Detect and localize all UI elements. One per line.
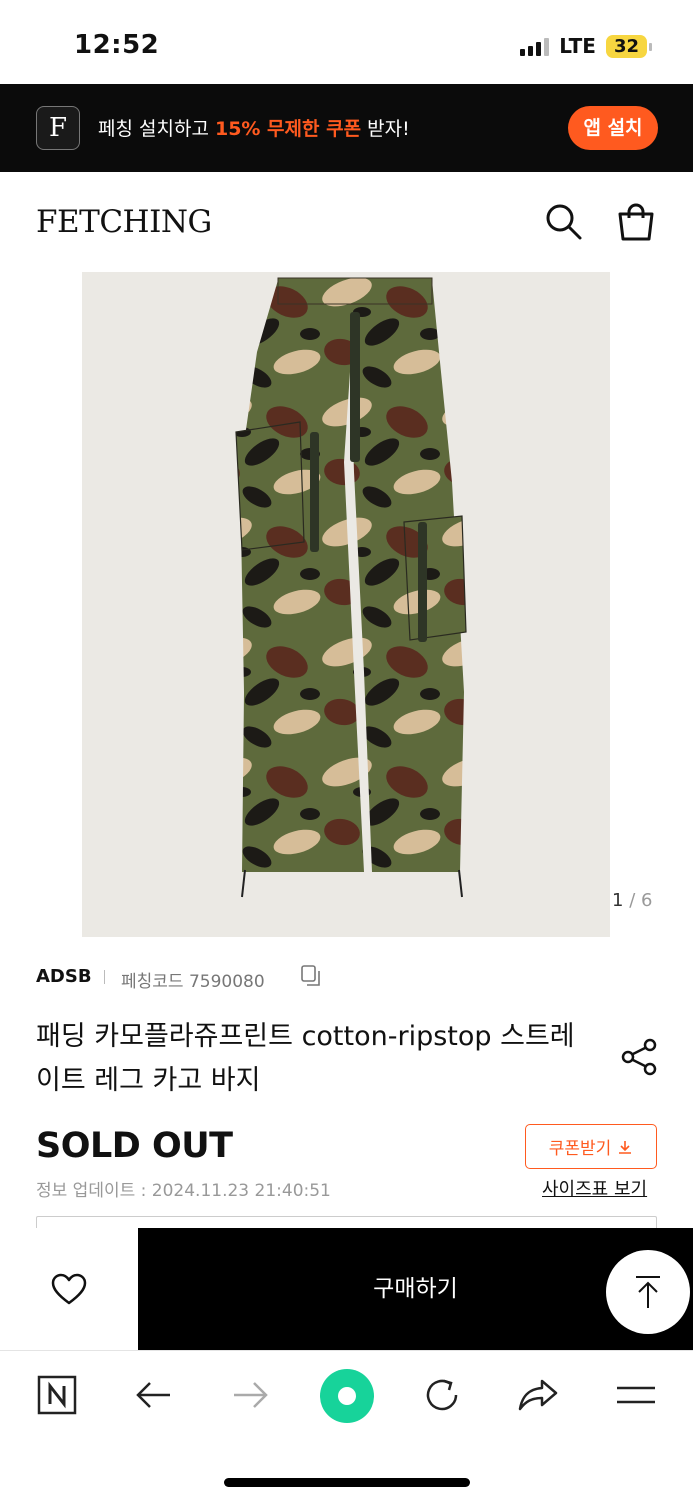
share-arrow-icon[interactable]	[516, 1373, 560, 1417]
wishlist-button[interactable]	[0, 1228, 138, 1350]
status-bar: 12:52 LTE 32	[0, 0, 693, 84]
share-icon[interactable]	[620, 1037, 660, 1077]
arrow-up-icon	[636, 1276, 660, 1308]
banner-message-prefix: 페칭 설치하고	[98, 118, 215, 140]
site-header: FETCHING	[0, 172, 693, 272]
product-image[interactable]	[82, 272, 610, 937]
image-counter-total: 6	[641, 890, 653, 911]
back-arrow-icon[interactable]	[132, 1373, 176, 1417]
network-label: LTE	[559, 34, 596, 58]
shopping-bag-icon[interactable]	[614, 202, 658, 242]
product-title: 패딩 카모플라쥬프린트 cotton-ripstop 스트레이트 레그 카고 바…	[36, 1021, 575, 1096]
camo-cargo-pants-image	[235, 277, 467, 898]
banner-message-suffix: 받자!	[361, 118, 410, 140]
menu-icon[interactable]	[614, 1373, 658, 1417]
green-dot-icon[interactable]	[319, 1368, 375, 1424]
status-indicators: LTE 32	[520, 34, 653, 58]
download-icon	[619, 1140, 632, 1154]
fetching-app-logo: F	[36, 106, 80, 150]
search-icon[interactable]	[544, 202, 584, 242]
scroll-to-top-button[interactable]	[606, 1250, 690, 1334]
product-code: 페칭코드 7590080	[121, 972, 265, 992]
naver-home-icon[interactable]	[36, 1373, 80, 1417]
banner-message-highlight: 15% 무제한 쿠폰	[214, 118, 362, 140]
size-chart-link[interactable]: 사이즈표 보기	[542, 1175, 647, 1201]
home-indicator	[224, 1478, 470, 1487]
meta-divider	[104, 970, 105, 984]
heart-icon	[51, 1273, 87, 1305]
signal-icon	[520, 36, 550, 56]
get-coupon-button[interactable]: 쿠폰받기	[525, 1124, 657, 1169]
install-app-button[interactable]: 앱 설치	[568, 106, 658, 150]
info-updated-timestamp: 정보 업데이트 : 2024.11.23 21:40:51	[36, 1181, 331, 1201]
copy-icon[interactable]	[300, 964, 322, 988]
options-box	[36, 1216, 657, 1228]
refresh-icon[interactable]	[420, 1373, 464, 1417]
banner-message: 페칭 설치하고 15% 무제한 쿠폰 받자!	[98, 114, 410, 141]
browser-toolbar	[0, 1350, 693, 1500]
image-counter: 1 / 6	[612, 890, 652, 911]
sold-out-status: SOLD OUT	[36, 1126, 233, 1166]
image-counter-separator: /	[629, 890, 636, 911]
app-install-banner: F 페칭 설치하고 15% 무제한 쿠폰 받자! 앱 설치	[0, 84, 693, 172]
fetching-logo[interactable]: FETCHING	[36, 204, 212, 240]
brand-name[interactable]: ADSB	[36, 966, 92, 987]
forward-arrow-icon[interactable]	[228, 1373, 272, 1417]
image-counter-current: 1	[612, 890, 624, 911]
get-coupon-label: 쿠폰받기	[548, 1139, 612, 1159]
status-time: 12:52	[74, 30, 160, 60]
battery-icon: 32	[605, 34, 653, 58]
